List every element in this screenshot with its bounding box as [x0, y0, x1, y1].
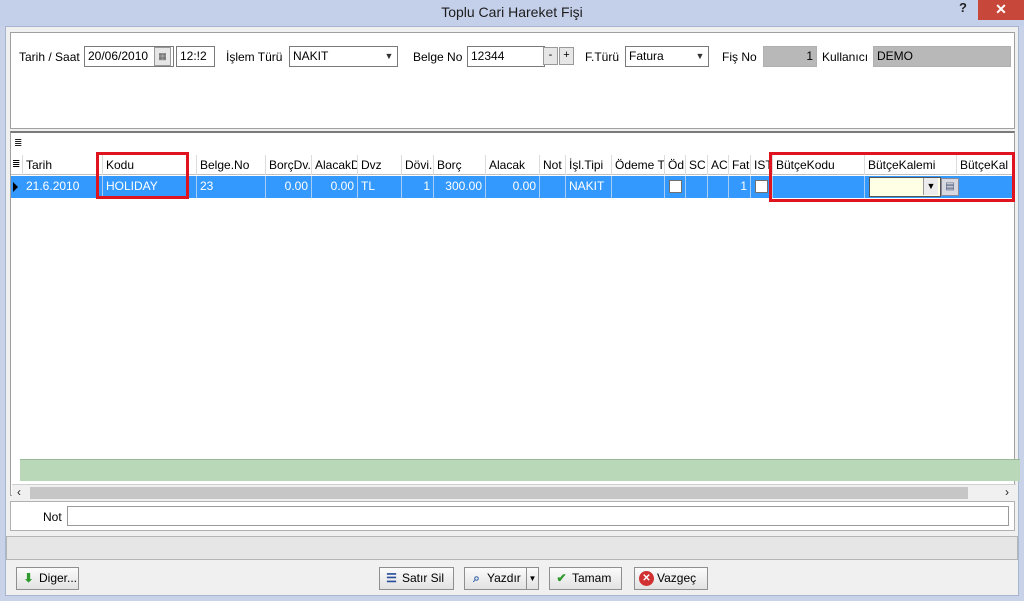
time-field[interactable]: 12:!2 — [176, 46, 215, 67]
satir-sil-button[interactable]: ☰ Satır Sil — [379, 567, 454, 590]
cell-fat[interactable]: 1 — [729, 176, 751, 198]
scroll-left-icon[interactable]: ‹ — [12, 485, 26, 501]
date-value: 20/06/2010 — [88, 49, 149, 63]
cell-ac[interactable] — [708, 176, 729, 198]
window-title: Toplu Cari Hareket Fişi — [441, 4, 583, 20]
ist-checkbox[interactable] — [755, 180, 768, 193]
horizontal-scrollbar[interactable]: ‹ › — [12, 484, 1016, 500]
column-header-alacak-dv[interactable]: AlacakD — [312, 155, 358, 175]
fis-no-value: 1 — [806, 49, 813, 63]
tamam-label: Tamam — [572, 571, 612, 585]
totals-strip — [20, 459, 1020, 481]
increment-button[interactable]: + — [559, 47, 574, 65]
chevron-down-icon: ▼ — [695, 51, 705, 61]
column-header-sc[interactable]: SC — [686, 155, 708, 175]
column-header-dovi[interactable]: Dövi. — [402, 155, 434, 175]
cell-sc[interactable] — [686, 176, 708, 198]
cell-borc[interactable]: 300.00 — [434, 176, 486, 198]
column-header-borc[interactable]: Borç — [434, 155, 486, 175]
column-header-dvz[interactable]: Dvz — [358, 155, 402, 175]
grid-menu-icon[interactable]: ≣ — [14, 138, 22, 149]
cell-tarih[interactable]: 21.6.2010 — [23, 176, 103, 198]
column-header-alacak[interactable]: Alacak — [486, 155, 540, 175]
belge-no-label: Belge No — [413, 50, 463, 64]
help-button[interactable]: ? — [954, 0, 972, 18]
belge-no-field[interactable]: 12344 — [467, 46, 545, 67]
decrement-button[interactable]: - — [543, 47, 558, 65]
check-icon: ✔ — [556, 571, 567, 585]
fturu-value: Fatura — [629, 49, 664, 63]
fturu-select[interactable]: Fatura ▼ — [625, 46, 709, 67]
islem-turu-label: İşlem Türü — [226, 50, 283, 64]
tarih-saat-label: Tarih / Saat — [19, 50, 80, 64]
calendar-icon[interactable]: ▦ — [154, 47, 171, 66]
column-header-od[interactable]: Öd — [665, 155, 686, 175]
current-row-indicator-icon — [13, 182, 18, 192]
arrow-down-icon: ⬇ — [23, 571, 34, 585]
cell-alacak[interactable]: 0.00 — [486, 176, 540, 198]
cancel-icon: ✕ — [639, 571, 654, 586]
cell-belge-no[interactable]: 23 — [197, 176, 266, 198]
cell-borc-dv[interactable]: 0.00 — [266, 176, 312, 198]
tamam-button[interactable]: ✔ Tamam — [549, 567, 622, 590]
delete-row-icon: ☰ — [386, 571, 397, 585]
column-header-isl-tipi[interactable]: İşl.Tipi — [566, 155, 612, 175]
fis-no-field: 1 — [763, 46, 817, 67]
column-header-borc-dv[interactable]: BorçDv. — [266, 155, 312, 175]
cell-dvz[interactable]: TL — [358, 176, 402, 198]
kullanici-label: Kullanıcı — [822, 50, 869, 64]
islem-turu-select[interactable]: NAKIT ▼ — [289, 46, 398, 67]
note-panel: Not — [10, 501, 1015, 531]
highlight-box-kodu — [96, 152, 189, 199]
note-input[interactable] — [67, 506, 1009, 526]
scroll-right-icon[interactable]: › — [1000, 485, 1014, 501]
fis-no-label: Fiş No — [722, 50, 757, 64]
yazdir-button[interactable]: ⌕ Yazdır ▼ — [464, 567, 539, 590]
diger-button[interactable]: ⬇ Diger... — [16, 567, 79, 590]
header-panel: Tarih / Saat 20/06/2010 ▦ 12:!2 İşlem Tü… — [10, 32, 1015, 129]
kullanici-field: DEMO — [873, 46, 1011, 67]
cell-not[interactable] — [540, 176, 566, 198]
belge-no-value: 12344 — [471, 49, 505, 63]
yazdir-label: Yazdır — [487, 571, 521, 585]
od-checkbox[interactable] — [669, 180, 682, 193]
cell-dovi[interactable]: 1 — [402, 176, 434, 198]
islem-turu-value: NAKIT — [293, 49, 329, 63]
note-label: Not — [43, 510, 62, 524]
column-header-fat[interactable]: Fat — [729, 155, 751, 175]
column-header-odeme-t[interactable]: Ödeme T — [612, 155, 665, 175]
print-preview-icon: ⌕ — [473, 571, 480, 585]
scrollbar-thumb[interactable] — [30, 487, 968, 499]
chevron-down-icon: ▼ — [384, 51, 394, 61]
fturu-label: F.Türü — [585, 50, 620, 64]
cell-odeme-t[interactable] — [612, 176, 665, 198]
cell-alacak-dv[interactable]: 0.00 — [312, 176, 358, 198]
column-chooser-icon[interactable]: ≣ — [11, 155, 23, 175]
vazgec-label: Vazgeç — [657, 571, 697, 585]
satir-sil-label: Satır Sil — [402, 571, 445, 585]
column-header-not[interactable]: Not — [540, 155, 566, 175]
status-bar — [6, 536, 1018, 560]
column-header-ac[interactable]: AC — [708, 155, 729, 175]
column-header-tarih[interactable]: Tarih — [23, 155, 103, 175]
kullanici-value: DEMO — [877, 49, 913, 63]
close-button[interactable]: ✕ — [978, 0, 1024, 20]
column-header-belge-no[interactable]: Belge.No — [197, 155, 266, 175]
time-value: 12:!2 — [180, 49, 207, 63]
vazgec-button[interactable]: ✕ Vazgeç — [634, 567, 708, 590]
diger-label: Diger... — [39, 571, 78, 585]
highlight-box-butce — [769, 152, 1015, 202]
cell-isl-tipi[interactable]: NAKIT — [566, 176, 612, 198]
chevron-down-icon[interactable]: ▼ — [526, 568, 538, 589]
title-bar: Toplu Cari Hareket Fişi — [0, 0, 1024, 26]
window-frame: Tarih / Saat 20/06/2010 ▦ 12:!2 İşlem Tü… — [5, 26, 1020, 596]
